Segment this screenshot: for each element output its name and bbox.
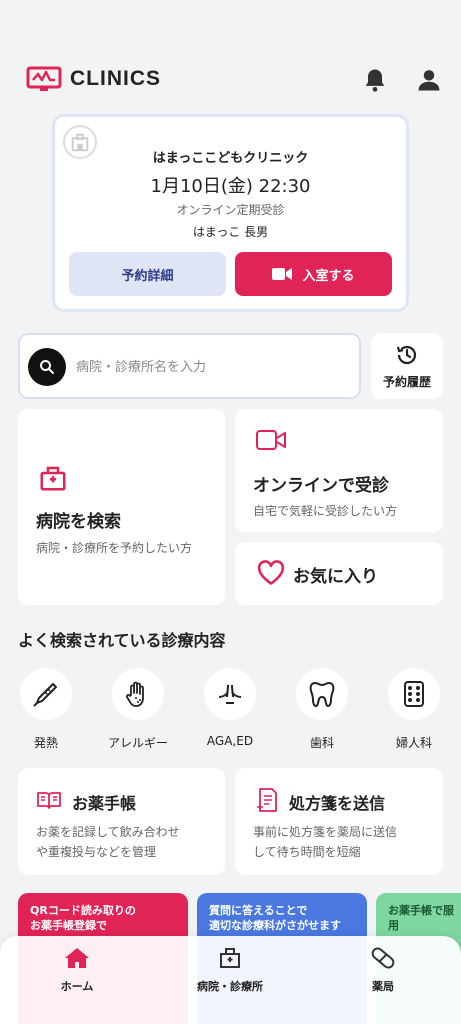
prescription-subtitle-1: 事前に処方箋を薬局に送信 (253, 825, 398, 839)
hospital-search-title: 病院を検索 (36, 512, 121, 532)
clinics-logo-icon (26, 66, 62, 91)
tab-label: 病院・診療所 (197, 980, 263, 993)
search-icon[interactable] (28, 348, 66, 386)
brand-name: CLINICS (70, 67, 161, 90)
category-aga-ed[interactable]: AGA,ED (195, 668, 265, 748)
online-consultation-subtitle: 自宅で気軽に受診したい方 (253, 504, 398, 518)
reservation-history-button[interactable]: 予約履歴 (371, 333, 443, 399)
search-input[interactable] (76, 355, 346, 379)
appointment-type: オンライン定期受診 (176, 203, 285, 217)
tab-home[interactable]: ホーム (17, 944, 137, 994)
banner-line: お薬手帳登録で (30, 919, 107, 932)
thermometer-icon (20, 668, 72, 720)
category-gynecology[interactable]: 婦人科 (379, 668, 449, 751)
heart-icon (257, 560, 285, 585)
reservation-history-label: 予約履歴 (382, 374, 431, 389)
prescription-subtitle-2: して待ち時間を短縮 (253, 845, 361, 859)
prescription-title: 処方箋を送信 (289, 794, 386, 813)
hospital-search-card[interactable]: 病院を検索 病院・診療所を予約したい方 (18, 409, 225, 605)
category-label: アレルギー (107, 736, 168, 750)
bell-icon[interactable] (361, 66, 389, 94)
medicine-notebook-card[interactable]: お薬手帳 お薬を記録して飲み合わせ や重複投与などを管理 (18, 768, 225, 875)
banner-line: お薬手帳で服用 (388, 904, 454, 932)
favorites-card[interactable]: お気に入り (235, 542, 443, 605)
pill-pack-icon (388, 668, 440, 720)
reservation-detail-button[interactable]: 予約詳細 (69, 252, 226, 296)
tab-pharmacy[interactable]: 薬局 (323, 944, 443, 994)
hospital-icon (220, 948, 240, 968)
clinics-logo: CLINICS (26, 66, 161, 92)
video-camera-icon (272, 268, 293, 280)
medicine-notebook-subtitle-2: や重複投与などを管理 (36, 845, 157, 859)
banner-line: 質問に答えることで (209, 904, 308, 917)
book-icon (37, 792, 61, 809)
appointment-clinic-name: はまっここどもクリニック (152, 151, 309, 166)
popular-section-title: よく検索されている診療内容 (18, 631, 226, 650)
medicine-notebook-title: お薬手帳 (72, 794, 137, 813)
category-label: AGA,ED (206, 734, 254, 748)
clinic-search-bar (18, 333, 361, 399)
category-allergy[interactable]: アレルギー (103, 668, 173, 751)
tab-label: 薬局 (372, 980, 394, 993)
tab-hospitals[interactable]: 病院・診療所 (170, 944, 290, 994)
hospital-search-subtitle: 病院・診療所を予約したい方 (36, 541, 193, 555)
reservation-detail-label: 予約詳細 (121, 268, 174, 284)
history-icon (396, 345, 417, 364)
banner-line: 適切な診療科がさがせます (209, 919, 341, 932)
video-camera-icon (256, 430, 286, 450)
category-dental[interactable]: 歯科 (287, 668, 357, 751)
tooth-icon (296, 668, 348, 720)
pill-icon (371, 947, 395, 969)
prescription-card[interactable]: 処方箋を送信 事前に処方箋を薬局に送信 して待ち時間を短縮 (235, 768, 443, 875)
appointment-datetime: 1月10日(金) 22:30 (150, 176, 311, 197)
enter-room-button[interactable]: 入室する (235, 252, 392, 296)
medicine-notebook-subtitle-1: お薬を記録して飲み合わせ (36, 825, 180, 839)
bottom-tab-bar: ホーム 病院・診療所 薬局 (0, 936, 461, 1024)
online-consultation-title: オンラインで受診 (253, 476, 389, 496)
category-label: 発熱 (33, 736, 58, 750)
category-label: 歯科 (309, 736, 334, 750)
appointment-patient: はまっこ 長男 (192, 225, 269, 239)
appointment-card: はまっここどもクリニック 1月10日(金) 22:30 オンライン定期受診 はま… (52, 114, 409, 312)
prescription-icon (257, 788, 277, 812)
app-header: CLINICS (26, 60, 443, 104)
hand-icon (112, 668, 164, 720)
online-consultation-card[interactable]: オンラインで受診 自宅で気軽に受診したい方 (235, 409, 443, 532)
category-label: 婦人科 (395, 736, 432, 750)
tab-label: ホーム (60, 980, 94, 993)
hospital-icon (40, 466, 66, 491)
favorites-title: お気に入り (293, 567, 378, 587)
home-icon (65, 948, 89, 968)
hair-icon (204, 668, 256, 720)
enter-room-label: 入室する (302, 268, 355, 284)
category-fever[interactable]: 発熱 (11, 668, 81, 751)
user-icon[interactable] (415, 66, 443, 94)
banner-line: QRコード読み取りの (30, 904, 136, 917)
